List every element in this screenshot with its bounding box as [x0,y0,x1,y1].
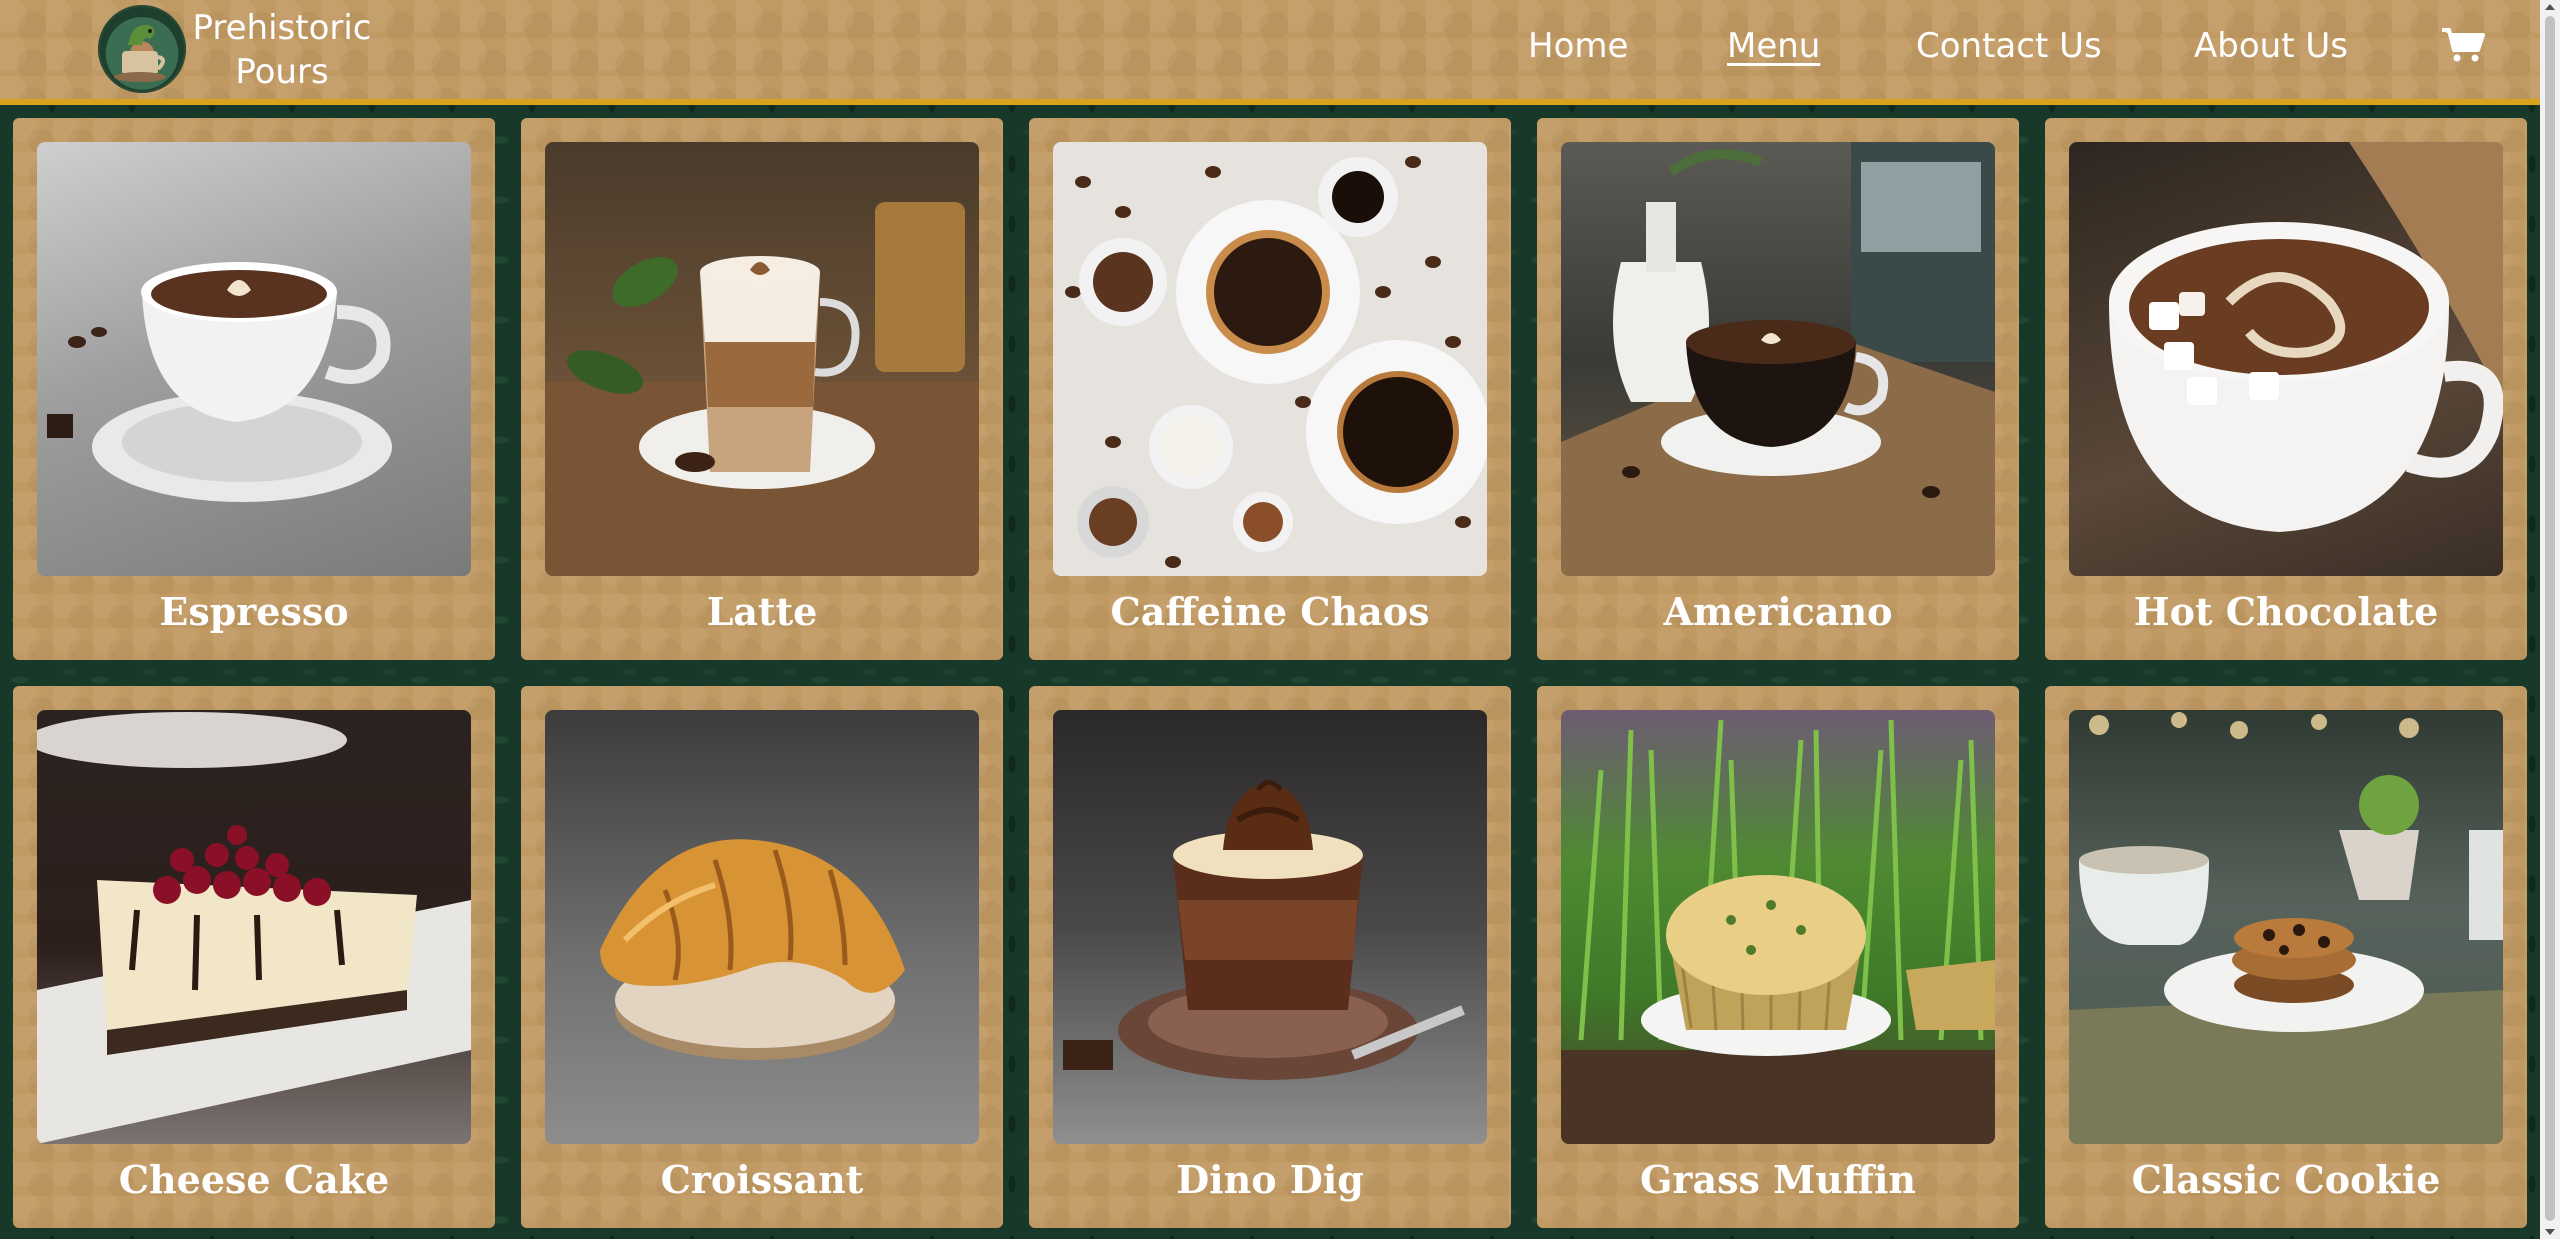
espresso-photo [37,142,471,576]
menu-item-name: Dino Dig [1176,1157,1364,1202]
menu-item-name: Espresso [159,589,349,634]
menu-card[interactable]: Hot Chocolate [2045,118,2527,660]
menu-grid: Espresso Latte Caffeine Chaos Americano … [13,118,2528,1228]
menu-item-name: Americano [1663,589,1893,634]
cart-button[interactable] [2440,26,2488,64]
site-header: Prehistoric Pours Home Menu Contact Us A… [0,0,2540,105]
nav-about-us[interactable]: About Us [2194,26,2348,66]
nav-home[interactable]: Home [1528,26,1628,66]
nav-menu[interactable]: Menu [1727,26,1820,66]
classic-cookie-photo [2069,710,2503,1144]
menu-card[interactable]: Dino Dig [1029,686,1511,1228]
scroll-thumb[interactable] [2545,16,2555,1221]
menu-card[interactable]: Americano [1537,118,2019,660]
cheese-cake-photo [37,710,471,1144]
menu-item-name: Croissant [660,1157,864,1202]
menu-card[interactable]: Espresso [13,118,495,660]
latte-photo [545,142,979,576]
scroll-up-icon[interactable] [2545,4,2555,10]
brand-name-line1: Prehistoric [192,8,372,48]
brand-name[interactable]: Prehistoric Pours [192,6,372,94]
grass-muffin-photo [1561,710,1995,1144]
nav-contact-us[interactable]: Contact Us [1916,26,2102,66]
menu-card[interactable]: Caffeine Chaos [1029,118,1511,660]
menu-card[interactable]: Cheese Cake [13,686,495,1228]
cart-icon [2442,28,2485,62]
hot-chocolate-photo [2069,142,2503,576]
menu-item-name: Classic Cookie [2131,1157,2441,1202]
menu-card[interactable]: Croissant [521,686,1003,1228]
menu-item-name: Latte [706,589,818,634]
menu-item-name: Hot Chocolate [2133,589,2439,634]
menu-card[interactable]: Latte [521,118,1003,660]
dino-dig-photo [1053,710,1487,1144]
page-scrollbar[interactable] [2540,0,2560,1239]
brand-logo[interactable] [98,5,186,93]
dino-coffee-logo-icon [114,24,166,82]
scroll-down-icon[interactable] [2545,1229,2555,1235]
menu-item-name: Caffeine Chaos [1110,589,1430,634]
menu-item-name: Cheese Cake [118,1157,390,1202]
americano-photo [1561,142,1995,576]
menu-card[interactable]: Grass Muffin [1537,686,2019,1228]
caffeine-chaos-photo [1053,142,1487,576]
croissant-photo [545,710,979,1144]
brand-name-line2: Pours [235,52,329,92]
menu-card[interactable]: Classic Cookie [2045,686,2527,1228]
menu-item-name: Grass Muffin [1639,1157,1917,1202]
